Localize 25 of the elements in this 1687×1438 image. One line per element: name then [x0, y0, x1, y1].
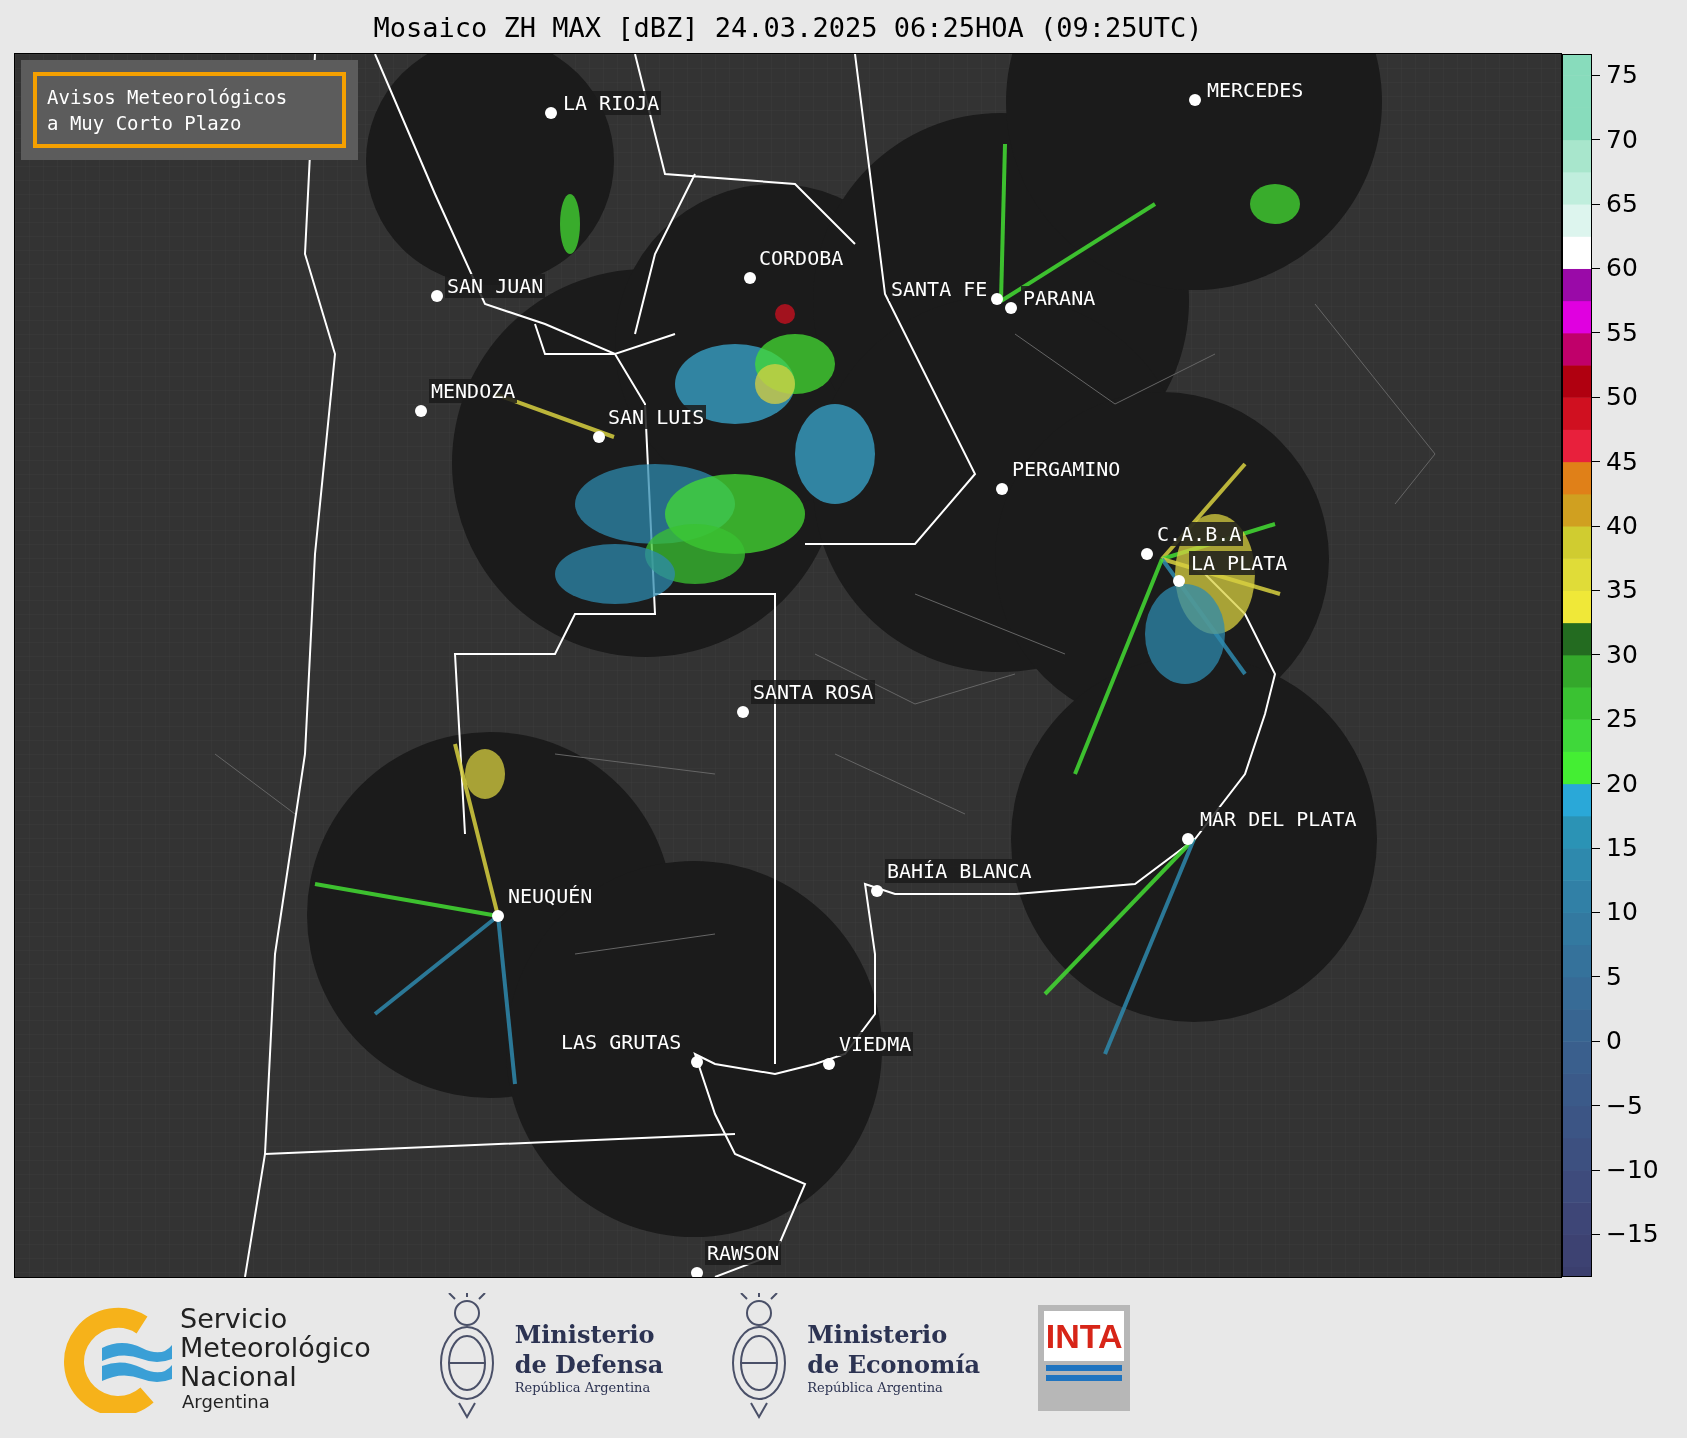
ministry-name-text: Ministerio	[514, 1320, 656, 1350]
notice-text: a Muy Corto Plazo	[47, 111, 243, 136]
inta-logo-text: INTA	[1044, 1310, 1125, 1361]
agency-name-text: Servicio	[180, 1303, 289, 1333]
country-text: República Argentina	[514, 1380, 652, 1395]
city-label: VIEDMA	[837, 1032, 914, 1056]
chart-title: Mosaico ZH MAX [dBZ] 24.03.2025 06:25HOA (09:25UTC)	[372, 11, 1204, 45]
agency-name-text: Meteorológico	[180, 1332, 371, 1362]
city-label: MENDOZA	[429, 379, 518, 403]
agency-name-text: Nacional	[180, 1361, 297, 1391]
city-dot-icon	[691, 1267, 703, 1277]
city-label: BAHÍA BLANCA	[885, 859, 1034, 883]
ministry-name-text: de Economía	[807, 1350, 981, 1380]
city-label: C.A.B.A	[1155, 522, 1244, 546]
notice-text: Avisos Meteorológicos	[47, 85, 289, 110]
city-label: LA PLATA	[1189, 551, 1290, 575]
ministry-name-text: de Defensa	[514, 1350, 664, 1380]
city-label: SAN LUIS	[606, 405, 707, 429]
city-label: SANTA ROSA	[751, 680, 876, 704]
city-label: MAR DEL PLATA	[1198, 807, 1359, 831]
ministry-name-text: Ministerio	[807, 1320, 949, 1350]
country-text: Argentina	[181, 1390, 271, 1412]
city-label: RAWSON	[705, 1241, 782, 1265]
city-label: SAN JUAN	[445, 274, 546, 298]
country-text: República Argentina	[807, 1380, 944, 1395]
